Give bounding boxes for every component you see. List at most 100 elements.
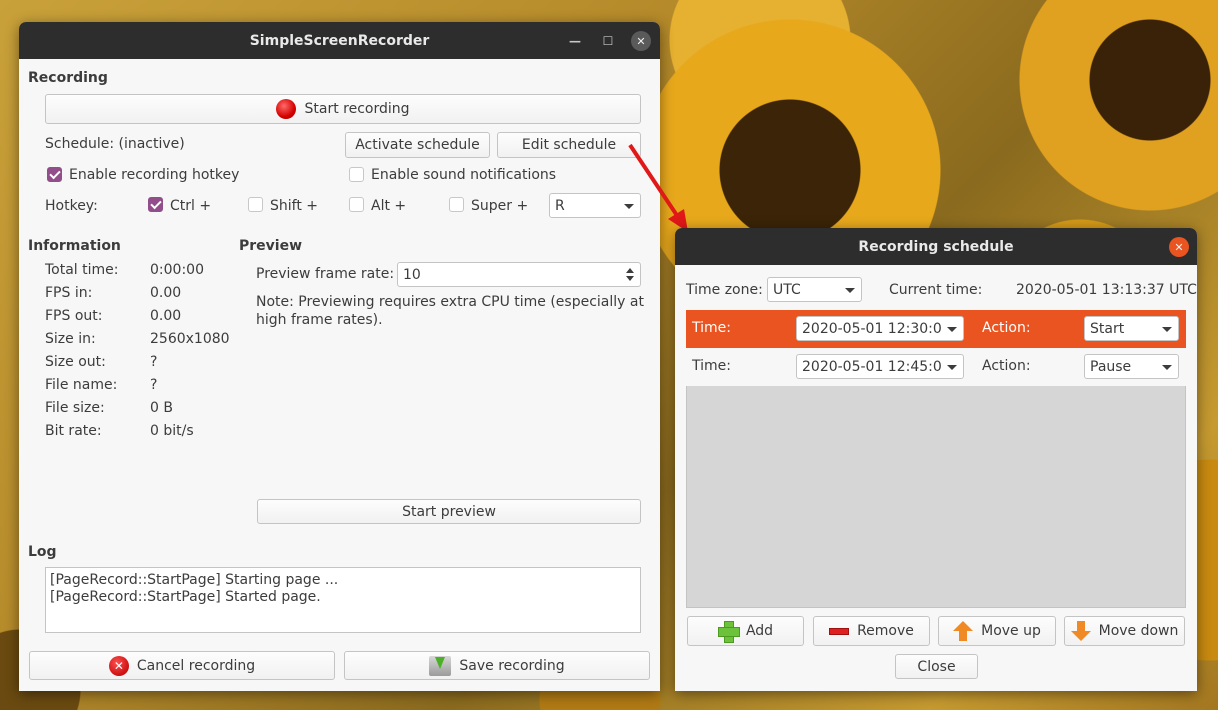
cancel-icon: ✕ (108, 655, 129, 676)
info-value: 0.00 (150, 285, 182, 301)
maximize-icon[interactable]: ☐ (598, 31, 618, 51)
information-table: Total time: 0:00:00 FPS in: 0.00 FPS out… (45, 262, 245, 452)
save-recording-button[interactable]: Save recording (344, 651, 650, 680)
schedule-window-title: Recording schedule (858, 238, 1014, 255)
spin-up-icon[interactable] (626, 268, 634, 273)
time-zone-value: UTC (773, 281, 801, 298)
info-label: File name: (45, 377, 118, 393)
schedule-titlebar[interactable]: Recording schedule ✕ (675, 228, 1197, 265)
remove-icon (829, 627, 850, 635)
info-label: Total time: (45, 262, 119, 278)
activate-schedule-button[interactable]: Activate schedule (345, 132, 490, 158)
entry-time-value: 2020-05-01 12:30:00 (802, 320, 941, 337)
info-row: File size: (45, 400, 105, 416)
main-window: SimpleScreenRecorder — ☐ ✕ Recording Sta… (19, 22, 660, 691)
close-button[interactable]: Close (895, 654, 978, 679)
info-value: ? (150, 377, 158, 393)
close-label: Close (917, 658, 956, 675)
move-up-button[interactable]: Move up (938, 616, 1056, 646)
arrow-down-icon (1070, 621, 1091, 641)
chevron-down-icon (845, 287, 855, 293)
entry-action-select[interactable]: Start (1084, 316, 1179, 341)
log-line: [PageRecord::StartPage] Started page. (50, 589, 321, 605)
add-button[interactable]: Add (687, 616, 804, 646)
ctrl-checkbox[interactable] (148, 197, 163, 212)
info-value: 0.00 (150, 308, 182, 324)
cancel-recording-button[interactable]: ✕ Cancel recording (29, 651, 335, 680)
chevron-down-icon (624, 203, 634, 209)
info-row: FPS out: (45, 308, 102, 324)
start-preview-button[interactable]: Start preview (257, 499, 641, 524)
entry-action-select[interactable]: Pause (1084, 354, 1179, 379)
save-recording-label: Save recording (459, 657, 565, 674)
info-label: FPS in: (45, 285, 93, 301)
info-row: FPS in: (45, 285, 92, 301)
entry-time-value: 2020-05-01 12:45:00 (802, 358, 941, 375)
entry-action-value: Start (1090, 320, 1125, 337)
log-line: [PageRecord::StartPage] Starting page ..… (50, 572, 339, 588)
main-titlebar[interactable]: SimpleScreenRecorder — ☐ ✕ (19, 22, 660, 59)
record-icon (276, 99, 297, 119)
close-icon[interactable]: ✕ (1169, 237, 1189, 257)
time-zone-label: Time zone: (686, 282, 763, 298)
arrow-up-icon (953, 621, 974, 641)
move-up-label: Move up (981, 623, 1041, 639)
hotkey-key-select[interactable]: R (549, 193, 641, 218)
start-recording-button[interactable]: Start recording (45, 94, 641, 124)
enable-sound-label: Enable sound notifications (371, 167, 557, 183)
move-down-button[interactable]: Move down (1064, 616, 1185, 646)
add-icon (717, 621, 740, 643)
edit-schedule-label: Edit schedule (521, 137, 617, 153)
hotkey-key-value: R (555, 197, 565, 214)
schedule-entry[interactable]: Time: 2020-05-01 12:30:00 Action: Start (686, 310, 1186, 348)
info-label: File size: (45, 400, 105, 416)
activate-schedule-label: Activate schedule (355, 137, 480, 153)
info-label: Size out: (45, 354, 106, 370)
hotkey-label: Hotkey: (45, 198, 98, 214)
entry-time-label: Time: (692, 320, 731, 336)
spin-down-icon[interactable] (626, 276, 634, 281)
preview-frame-rate-spinbox[interactable]: 10 (397, 262, 641, 287)
super-checkbox[interactable] (449, 197, 464, 212)
entry-action-value: Pause (1090, 358, 1132, 375)
preview-note-line1: Note: Previewing requires extra CPU time… (256, 294, 644, 310)
info-value: 2560x1080 (150, 331, 230, 347)
edit-schedule-button[interactable]: Edit schedule (497, 132, 641, 158)
info-value: 0 bit/s (150, 423, 194, 439)
close-icon[interactable]: ✕ (631, 31, 651, 51)
info-label: Bit rate: (45, 423, 102, 439)
log-textarea[interactable]: [PageRecord::StartPage] Starting page ..… (45, 567, 641, 633)
chevron-down-icon (1162, 364, 1172, 370)
info-row: Size out: (45, 354, 106, 370)
main-window-title: SimpleScreenRecorder (249, 32, 430, 49)
schedule-status: Schedule: (inactive) (45, 136, 185, 152)
entry-action-label: Action: (982, 358, 1031, 374)
enable-sound-checkbox[interactable] (349, 167, 364, 182)
start-preview-label: Start preview (402, 503, 496, 520)
shift-checkbox[interactable] (248, 197, 263, 212)
entry-time-input[interactable]: 2020-05-01 12:30:00 (796, 316, 964, 341)
entry-time-input[interactable]: 2020-05-01 12:45:00 (796, 354, 964, 379)
remove-button[interactable]: Remove (813, 616, 930, 646)
time-zone-select[interactable]: UTC (767, 277, 862, 302)
info-row: Total time: (45, 262, 119, 278)
minimize-icon[interactable]: — (565, 31, 585, 51)
entry-time-label: Time: (692, 358, 731, 374)
info-row: File name: (45, 377, 117, 393)
add-label: Add (745, 623, 774, 639)
enable-hotkey-checkbox[interactable] (47, 167, 62, 182)
schedule-window: Recording schedule ✕ Time zone: UTC Curr… (675, 228, 1197, 691)
alt-label: Alt + (371, 198, 407, 214)
schedule-entry[interactable]: Time: 2020-05-01 12:45:00 Action: Pause (686, 348, 1186, 386)
info-row: Size in: (45, 331, 96, 347)
current-time-value: 2020-05-01 13:13:37 UTC (1016, 282, 1197, 298)
entry-action-label: Action: (982, 320, 1031, 336)
cancel-recording-label: Cancel recording (136, 657, 256, 674)
chevron-down-icon (947, 364, 957, 370)
info-value: 0 B (150, 400, 173, 416)
chevron-down-icon (947, 326, 957, 332)
info-label: Size in: (45, 331, 96, 347)
alt-checkbox[interactable] (349, 197, 364, 212)
info-label: FPS out: (45, 308, 103, 324)
shift-label: Shift + (270, 198, 319, 214)
